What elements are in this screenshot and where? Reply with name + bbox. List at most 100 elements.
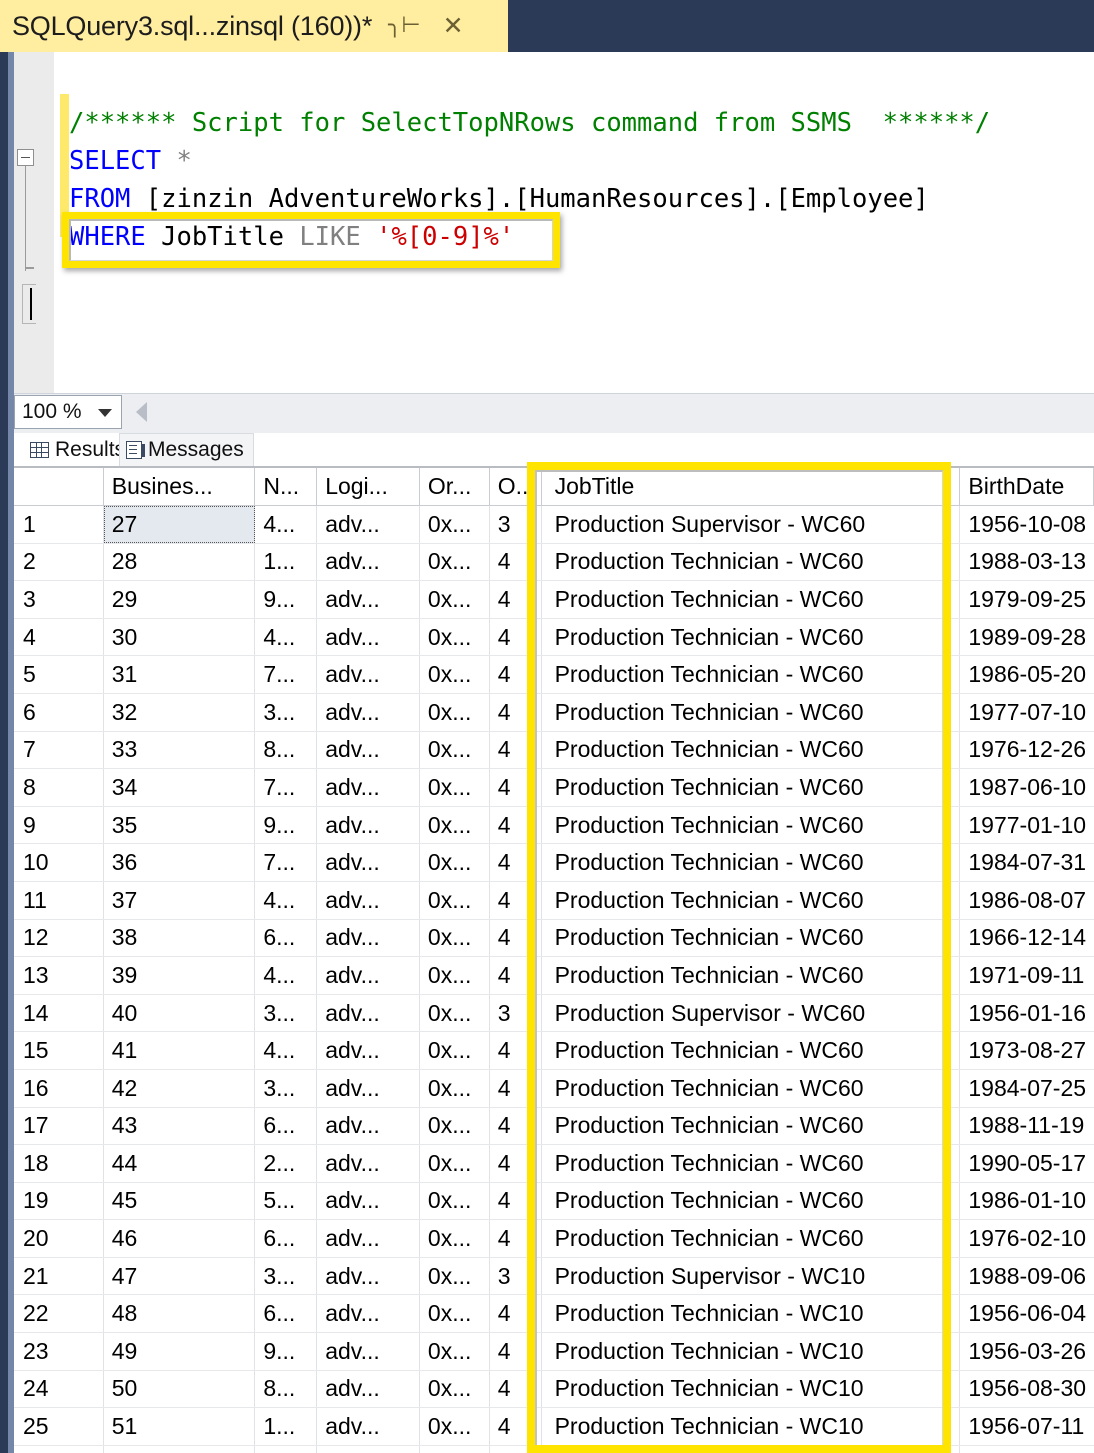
cell-birthdate[interactable]: 1986-05-20: [960, 656, 1094, 693]
cell-orglevel[interactable]: 3: [490, 994, 542, 1032]
cell-login[interactable]: adv...: [317, 1220, 420, 1257]
cell-business[interactable]: 35: [104, 806, 256, 844]
cell-orglevel[interactable]: 4: [490, 806, 542, 844]
cell-national[interactable]: 3...: [255, 1257, 318, 1295]
table-row[interactable]: 11 37 4... adv... 0x... 4 Production Technicia…: [14, 881, 1094, 920]
cell-birthdate[interactable]: 1986-08-07: [960, 882, 1094, 919]
table-row[interactable]: 5 31 7... adv... 0x... 4 Production Technician…: [14, 656, 1094, 694]
cell-rownum[interactable]: 7: [14, 731, 104, 769]
cell-rownum[interactable]: 14: [14, 994, 104, 1032]
cell-login[interactable]: adv...: [317, 1295, 420, 1333]
cell-login[interactable]: adv...: [317, 1445, 420, 1453]
cell-orglevel[interactable]: 4: [490, 919, 542, 957]
cell-orgnode[interactable]: 0x...: [420, 1182, 490, 1220]
cell-business[interactable]: 36: [104, 844, 256, 881]
cell-jobtitle[interactable]: Production Technician - WC60: [542, 1145, 961, 1182]
table-row[interactable]: 15 41 4... adv... 0x... 4 Production Technicia…: [14, 1032, 1094, 1070]
cell-jobtitle[interactable]: Production Technician - WC60: [542, 919, 961, 957]
cell-national[interactable]: 4...: [255, 881, 318, 919]
table-row[interactable]: 22 48 6... adv... 0x... 4 Production Technicia…: [14, 1295, 1094, 1334]
cell-business[interactable]: 39: [104, 957, 256, 994]
cell-birthdate[interactable]: 1989-09-28: [960, 619, 1094, 656]
cell-rownum[interactable]: 11: [14, 881, 104, 919]
cell-national[interactable]: 8...: [255, 1370, 318, 1408]
cell-jobtitle[interactable]: Production Technician - WC60: [542, 957, 961, 994]
cell-orglevel[interactable]: 4: [490, 1220, 542, 1257]
table-row[interactable]: 7 33 8... adv... 0x... 4 Production Technician…: [14, 731, 1094, 770]
cell-jobtitle[interactable]: Production Technician - WC60: [542, 1032, 961, 1069]
cell-orgnode[interactable]: 0x...: [420, 618, 490, 656]
column-header-rownum[interactable]: [14, 468, 104, 505]
cell-orgnode[interactable]: 0x...: [420, 506, 490, 543]
cell-birthdate[interactable]: 1990-05-17: [960, 1145, 1094, 1182]
table-row[interactable]: 9 35 9... adv... 0x... 4 Production Technician…: [14, 806, 1094, 845]
cell-birthdate[interactable]: 1956-04-04: [960, 1446, 1094, 1453]
cell-business[interactable]: 37: [104, 881, 256, 919]
cell-national[interactable]: 4...: [255, 1032, 318, 1069]
cell-rownum[interactable]: 24: [14, 1370, 104, 1408]
cell-rownum[interactable]: 13: [14, 957, 104, 994]
table-row[interactable]: 24 50 8... adv... 0x... 4 Production Technicia…: [14, 1370, 1094, 1409]
cell-orglevel[interactable]: 3: [490, 1257, 542, 1295]
cell-rownum[interactable]: 1: [14, 506, 104, 543]
cell-birthdate[interactable]: 1979-09-25: [960, 581, 1094, 618]
table-row[interactable]: 1 27 4... adv... 0x... 3 Production Supervisor…: [14, 506, 1094, 544]
cell-business[interactable]: 40: [104, 994, 256, 1032]
cell-login[interactable]: adv...: [317, 1145, 420, 1182]
cell-rownum[interactable]: 9: [14, 806, 104, 844]
cell-orglevel[interactable]: 4: [490, 1408, 542, 1445]
cell-birthdate[interactable]: 1977-07-10: [960, 694, 1094, 731]
cell-orgnode[interactable]: 0x...: [420, 844, 490, 881]
cell-orgnode[interactable]: 0x...: [420, 693, 490, 731]
column-header-orgnode[interactable]: Or...: [420, 468, 490, 505]
cell-login[interactable]: adv...: [317, 1182, 420, 1220]
cell-jobtitle[interactable]: Production Technician - WC10: [542, 1445, 961, 1453]
cell-orglevel[interactable]: 4: [490, 693, 542, 731]
table-row[interactable]: 14 40 3... adv... 0x... 3 Production Superviso…: [14, 994, 1094, 1033]
cell-jobtitle[interactable]: Production Technician - WC60: [542, 881, 961, 919]
column-header-jobtitle[interactable]: JobTitle: [542, 468, 961, 505]
cell-jobtitle[interactable]: Production Technician - WC60: [542, 731, 961, 769]
cell-birthdate[interactable]: 1988-09-06: [960, 1258, 1094, 1295]
cell-login[interactable]: adv...: [317, 881, 420, 919]
column-header-business[interactable]: Busines...: [104, 468, 256, 505]
cell-jobtitle[interactable]: Production Technician - WC60: [542, 618, 961, 656]
cell-birthdate[interactable]: 1956-06-04: [960, 1295, 1094, 1332]
scroll-left-arrow-icon[interactable]: [136, 402, 147, 422]
cell-login[interactable]: adv...: [317, 769, 420, 806]
cell-login[interactable]: adv...: [317, 506, 420, 543]
column-header-national[interactable]: N...: [255, 468, 318, 505]
cell-orgnode[interactable]: 0x...: [420, 1107, 490, 1145]
cell-rownum[interactable]: 20: [14, 1220, 104, 1257]
table-row[interactable]: 2 28 1... adv... 0x... 4 Production Technician…: [14, 543, 1094, 582]
cell-jobtitle[interactable]: Production Technician - WC60: [542, 1107, 961, 1145]
cell-birthdate[interactable]: 1984-07-25: [960, 1070, 1094, 1107]
cell-orgnode[interactable]: 0x...: [420, 1257, 490, 1295]
cell-business[interactable]: 48: [104, 1295, 256, 1333]
cell-orglevel[interactable]: 4: [490, 1069, 542, 1107]
tab-messages[interactable]: Messages: [119, 433, 254, 466]
cell-birthdate[interactable]: 1966-12-14: [960, 920, 1094, 957]
cell-orglevel[interactable]: 4: [490, 1295, 542, 1333]
cell-orglevel[interactable]: 4: [490, 1107, 542, 1145]
cell-login[interactable]: adv...: [317, 994, 420, 1032]
cell-orglevel[interactable]: 4: [490, 1370, 542, 1408]
tab-results[interactable]: Results: [24, 433, 135, 466]
chevron-down-icon[interactable]: [98, 409, 112, 417]
cell-orgnode[interactable]: 0x...: [420, 957, 490, 994]
cell-rownum[interactable]: 25: [14, 1408, 104, 1445]
cell-rownum[interactable]: 26: [14, 1445, 104, 1453]
table-row[interactable]: 25 51 1... adv... 0x... 4 Production Technicia…: [14, 1408, 1094, 1446]
cell-login[interactable]: adv...: [317, 1408, 420, 1445]
cell-jobtitle[interactable]: Production Technician - WC60: [542, 1069, 961, 1107]
cell-birthdate[interactable]: 1988-11-19: [960, 1108, 1094, 1145]
cell-birthdate[interactable]: 1956-01-16: [960, 995, 1094, 1032]
cell-business[interactable]: 43: [104, 1107, 256, 1145]
cell-business[interactable]: 27: [103, 506, 256, 543]
cell-national[interactable]: 6...: [255, 1107, 318, 1145]
cell-business[interactable]: 38: [104, 919, 256, 957]
cell-national[interactable]: 5...: [255, 1445, 318, 1453]
cell-login[interactable]: adv...: [317, 543, 420, 581]
cell-login[interactable]: adv...: [317, 844, 420, 881]
cell-login[interactable]: adv...: [317, 806, 420, 844]
